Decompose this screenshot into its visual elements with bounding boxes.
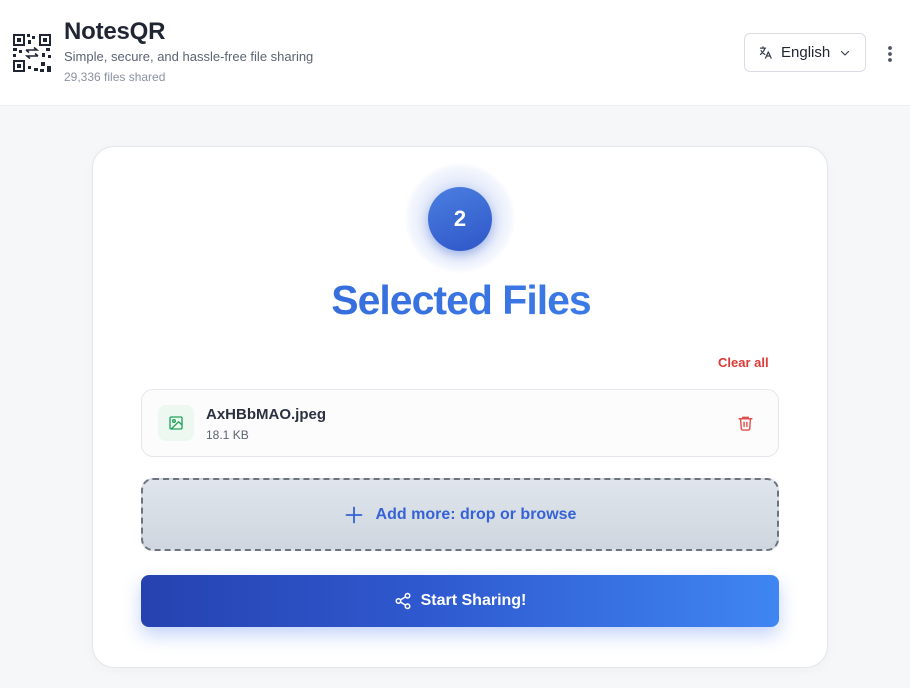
more-menu-button[interactable]	[880, 43, 900, 65]
more-vertical-icon	[888, 46, 892, 62]
qr-code-logo	[12, 33, 52, 73]
selected-files-card: 2 Selected Files Clear all AxHBbMAO.jpeg…	[92, 146, 828, 668]
add-more-dropzone[interactable]: Add more: drop or browse	[141, 478, 779, 551]
selected-count-badge: 2	[428, 187, 492, 251]
chevron-down-icon	[841, 50, 850, 56]
selected-files-heading: Selected Files	[93, 277, 829, 324]
file-name: AxHBbMAO.jpeg	[206, 406, 326, 423]
files-shared-count: 29,336 files shared	[64, 70, 166, 84]
start-sharing-button[interactable]: Start Sharing!	[141, 575, 779, 627]
language-select[interactable]: English	[744, 33, 866, 72]
app-header: NotesQR Simple, secure, and hassle-free …	[0, 0, 910, 106]
plus-icon	[345, 506, 362, 523]
trash-icon	[737, 416, 753, 431]
app-title: NotesQR	[64, 18, 166, 45]
image-file-icon	[169, 416, 183, 430]
app-tagline: Simple, secure, and hassle-free file sha…	[64, 49, 314, 64]
start-sharing-label: Start Sharing!	[420, 592, 527, 609]
remove-file-button[interactable]	[734, 412, 756, 434]
dropzone-label: Add more: drop or browse	[375, 505, 577, 523]
language-label: English	[781, 44, 831, 61]
file-icon-container	[158, 405, 194, 441]
translate-icon	[759, 46, 772, 59]
file-size: 18.1 KB	[206, 428, 249, 442]
file-list-item: AxHBbMAO.jpeg 18.1 KB	[141, 389, 779, 457]
share-icon	[395, 592, 411, 610]
clear-all-button[interactable]: Clear all	[718, 355, 769, 370]
